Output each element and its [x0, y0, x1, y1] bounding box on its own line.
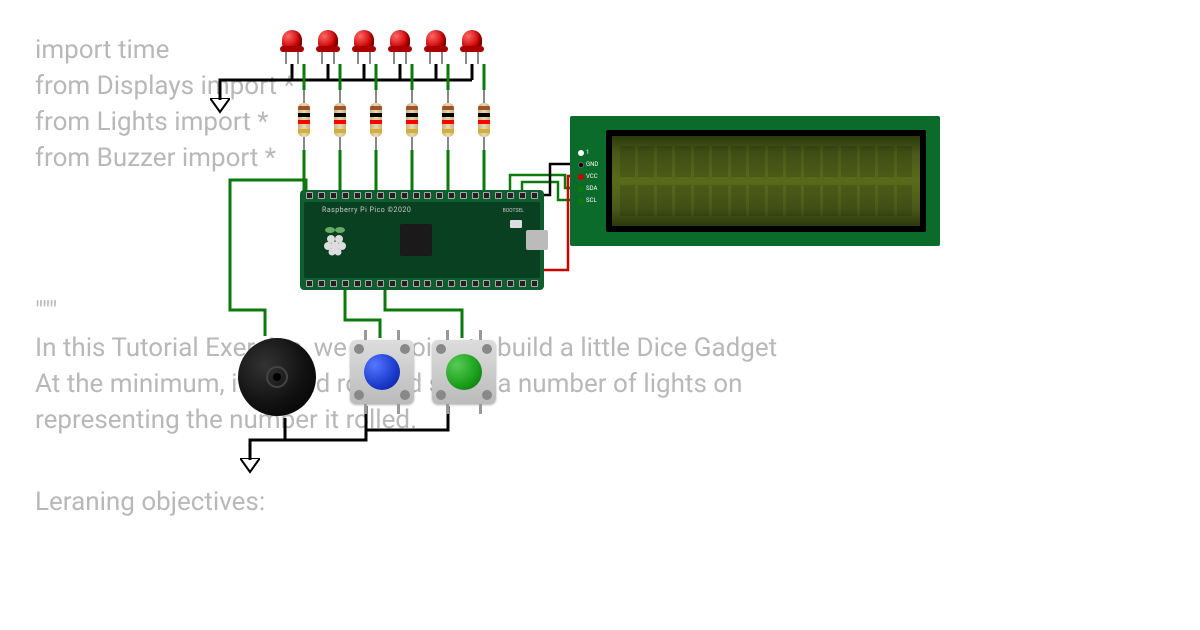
resistor-icon [406, 90, 418, 150]
lcd-row [620, 146, 912, 177]
code-line: import time [35, 32, 169, 68]
pushbutton-green [432, 340, 496, 404]
resistor-icon [298, 90, 310, 150]
lcd-row [620, 185, 912, 216]
raspberry-logo-icon [322, 226, 348, 262]
ground-symbol-icon [240, 458, 260, 474]
code-line: """ [35, 294, 57, 330]
led-icon [280, 30, 304, 60]
led-icon [352, 30, 376, 60]
resistor-icon [442, 90, 454, 150]
bootsel-label: BOOTSEL [503, 208, 524, 214]
raspberry-pi-pico: Raspberry Pi Pico ©2020 BOOTSEL [300, 190, 544, 290]
resistor-icon [370, 90, 382, 150]
pico-chip-icon [400, 224, 432, 256]
bootsel-button [510, 220, 522, 228]
resistor-icon [478, 90, 490, 150]
led-icon [388, 30, 412, 60]
led-icon [316, 30, 340, 60]
ground-symbol-icon [210, 98, 230, 114]
pico-label: Raspberry Pi Pico ©2020 [322, 206, 411, 214]
lcd-pin-label: 1 [586, 149, 589, 156]
lcd-pin-label: VCC [586, 173, 598, 180]
lcd-pin-label: SDA [586, 185, 597, 192]
pico-pins-top [300, 190, 544, 202]
circuit-diagram: Raspberry Pi Pico ©2020 BOOTSEL 1 GND [210, 30, 990, 510]
buzzer-icon [238, 338, 316, 416]
led-icon [460, 30, 484, 60]
lcd-display: 1 GND VCC SDA SCL [570, 116, 940, 246]
lcd-pin-label: GND [586, 161, 598, 168]
pushbutton-blue [350, 340, 414, 404]
lcd-pin-label: SCL [586, 197, 597, 204]
pico-usb-icon [526, 230, 548, 250]
resistor-icon [334, 90, 346, 150]
lcd-screen [606, 130, 926, 232]
pico-pins-bottom [300, 278, 544, 290]
led-icon [424, 30, 448, 60]
